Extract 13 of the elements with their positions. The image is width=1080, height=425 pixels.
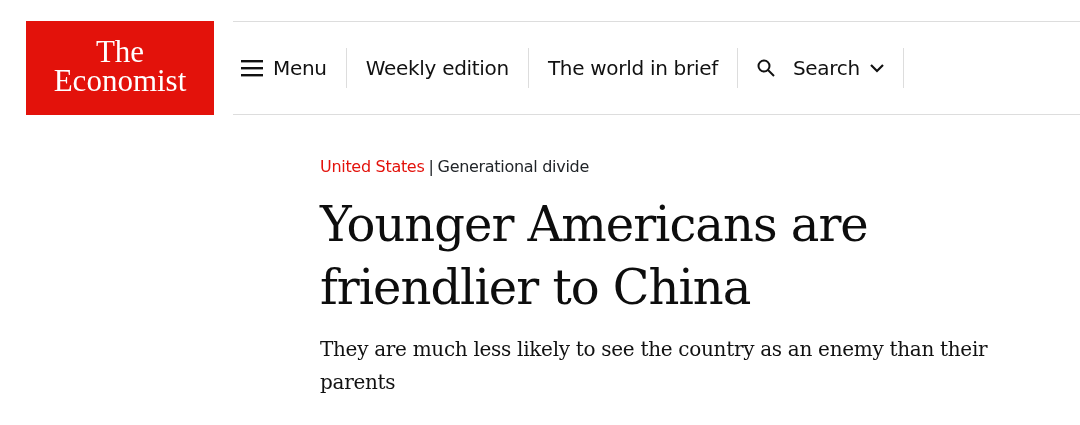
nav-link[interactable]: Weekly edition (346, 48, 529, 88)
menu-icon (241, 59, 263, 77)
search-button[interactable]: Search (737, 48, 904, 88)
section-link[interactable]: United States (320, 157, 425, 176)
separator: | (428, 157, 434, 176)
nav-link[interactable]: The world in brief (528, 48, 738, 88)
headline: Younger Americans are friendlier to China (320, 195, 869, 317)
search-icon (756, 59, 775, 77)
topic-link[interactable]: Generational divide (437, 157, 589, 176)
caret-icon (869, 63, 884, 73)
logo[interactable]: The Economist (26, 21, 214, 115)
menu-button[interactable]: Menu (233, 48, 347, 88)
subtitle: They are much less likely to see the country as an enemy than their parents (320, 336, 989, 396)
